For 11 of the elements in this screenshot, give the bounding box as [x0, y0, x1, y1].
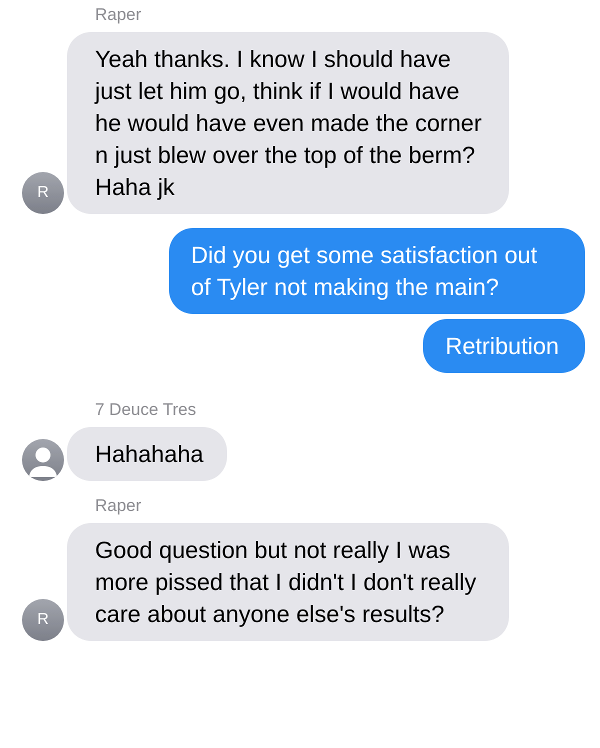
avatar-icon[interactable] [22, 439, 64, 481]
message-bubble: Good question but not really I was more pissed that I didn't I don't really care about anyone else's results? [67, 523, 509, 641]
message-bubble: Did you get some satisfaction out of Tyler not making the main? [169, 228, 585, 314]
message-bubble: Yeah thanks. I know I should have just let him go, think if I would have he would have even made the corner n just blew over the top of the berm? Haha jk [67, 32, 509, 214]
avatar[interactable]: R [22, 599, 64, 641]
message-bubble: Retribution [423, 319, 585, 373]
sender-name: Raper [95, 4, 142, 26]
sender-name: 7 Deuce Tres [95, 399, 196, 421]
message-bubble: Hahahaha [67, 427, 228, 481]
sender-name: Raper [95, 495, 142, 517]
avatar[interactable]: R [22, 172, 64, 214]
